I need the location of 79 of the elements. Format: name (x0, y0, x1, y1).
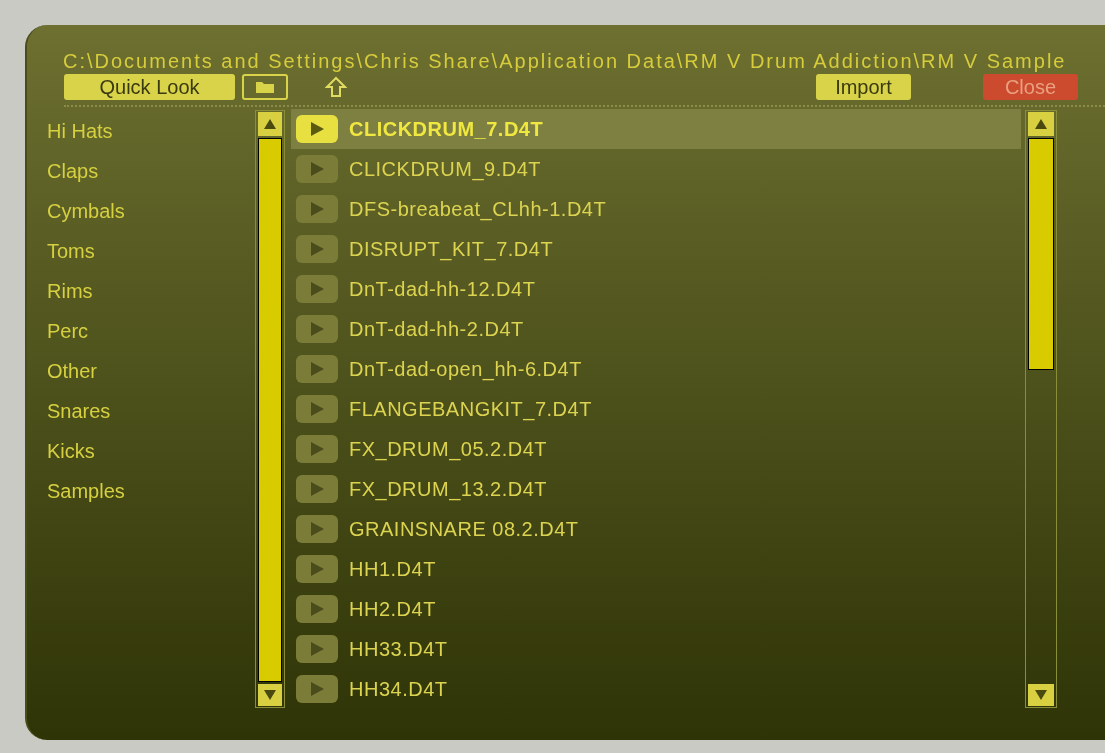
file-name: CLICKDRUM_7.D4T (349, 117, 544, 142)
scrollbar-thumb[interactable] (1028, 138, 1054, 370)
folder-icon (255, 80, 275, 94)
play-icon (310, 642, 324, 656)
down-triangle-icon (264, 690, 276, 700)
category-item[interactable]: Snares (47, 391, 255, 431)
file-name: FX_DRUM_13.2.D4T (349, 477, 548, 503)
file-row[interactable]: FX_DRUM_13.2.D4T (291, 469, 1021, 509)
file-row[interactable]: DISRUPT_KIT_7.D4T (291, 229, 1021, 269)
play-icon (310, 282, 324, 296)
file-name: HH1.D4T (349, 557, 436, 582)
play-button[interactable] (296, 115, 338, 143)
play-button[interactable] (296, 675, 338, 703)
file-name: HH33.D4T (349, 637, 448, 662)
file-name: FX_DRUM_05.2.D4T (349, 437, 548, 463)
file-name: DnT-dad-hh-12.D4T (349, 277, 536, 302)
category-item[interactable]: Samples (47, 471, 255, 511)
scrollbar[interactable] (255, 110, 285, 708)
file-name: GRAINSNARE 08.2.D4T (349, 517, 579, 542)
play-button[interactable] (296, 515, 338, 543)
play-button[interactable] (296, 555, 338, 583)
file-row[interactable]: HH34.D4T (291, 669, 1021, 707)
category-item[interactable]: Toms (47, 231, 255, 271)
file-name: CLICKDRUM_9.D4T (349, 157, 541, 183)
import-button[interactable]: Import (816, 74, 911, 100)
file-row[interactable]: FLANGEBANGKIT_7.D4T (291, 389, 1021, 429)
folder-path: C:\Documents and Settings\Chris Share\Application Data\RM V Drum Addiction\RM V Sample (63, 50, 1067, 72)
play-icon (310, 402, 324, 416)
play-icon (310, 522, 324, 536)
down-triangle-icon (1035, 690, 1047, 700)
play-icon (310, 122, 324, 136)
file-row[interactable]: FX_DRUM_05.2.D4T (291, 429, 1021, 469)
play-icon (310, 682, 324, 696)
play-button[interactable] (296, 635, 338, 663)
file-row[interactable]: CLICKDRUM_9.D4T (291, 149, 1021, 189)
category-item[interactable]: Cymbals (47, 191, 255, 231)
play-icon (310, 602, 324, 616)
play-icon (310, 362, 324, 376)
file-name: DFS-breabeat_CLhh-1.D4T (349, 197, 607, 223)
scrollbar-thumb[interactable] (258, 138, 282, 682)
file-row[interactable]: CLICKDRUM_7.D4T (291, 109, 1021, 149)
up-arrow-icon[interactable] (325, 76, 347, 98)
file-row[interactable]: DnT-dad-hh-2.D4T (291, 309, 1021, 349)
up-triangle-icon (264, 119, 276, 129)
file-name: FLANGEBANGKIT_7.D4T (349, 397, 592, 423)
scroll-down-button[interactable] (258, 684, 282, 706)
file-name: DnT-dad-hh-2.D4T (349, 317, 524, 342)
category-item[interactable]: Rims (47, 271, 255, 311)
scroll-down-button[interactable] (1028, 684, 1054, 706)
file-row[interactable]: DnT-dad-hh-12.D4T (291, 269, 1021, 309)
play-icon (310, 242, 324, 256)
file-name: HH34.D4T (349, 677, 448, 702)
category-item[interactable]: Kicks (47, 431, 255, 471)
file-row[interactable]: DFS-breabeat_CLhh-1.D4T (291, 189, 1021, 229)
file-name: HH2.D4T (349, 597, 436, 622)
play-icon (310, 562, 324, 576)
play-icon (310, 162, 324, 176)
quick-look-button[interactable]: Quick Look (64, 74, 235, 100)
file-name: DnT-dad-open_hh-6.D4T (349, 357, 582, 383)
up-triangle-icon (1035, 119, 1047, 129)
category-item[interactable]: Other (47, 351, 255, 391)
category-item[interactable]: Claps (47, 151, 255, 191)
scroll-up-button[interactable] (1028, 112, 1054, 136)
play-icon (310, 482, 324, 496)
file-row[interactable]: GRAINSNARE 08.2.D4T (291, 509, 1021, 549)
play-icon (310, 322, 324, 336)
file-row[interactable]: HH1.D4T (291, 549, 1021, 589)
category-item[interactable]: Perc (47, 311, 255, 351)
play-icon (310, 202, 324, 216)
file-row[interactable]: DnT-dad-open_hh-6.D4T (291, 349, 1021, 389)
folder-button[interactable] (242, 74, 288, 100)
file-row[interactable]: HH2.D4T (291, 589, 1021, 629)
category-item[interactable]: Hi Hats (47, 111, 255, 151)
file-name: DISRUPT_KIT_7.D4T (349, 237, 554, 263)
play-button[interactable] (296, 595, 338, 623)
scrollbar[interactable] (1025, 110, 1057, 708)
play-icon (310, 442, 324, 456)
scroll-up-button[interactable] (258, 112, 282, 136)
file-row[interactable]: HH33.D4T (291, 629, 1021, 669)
